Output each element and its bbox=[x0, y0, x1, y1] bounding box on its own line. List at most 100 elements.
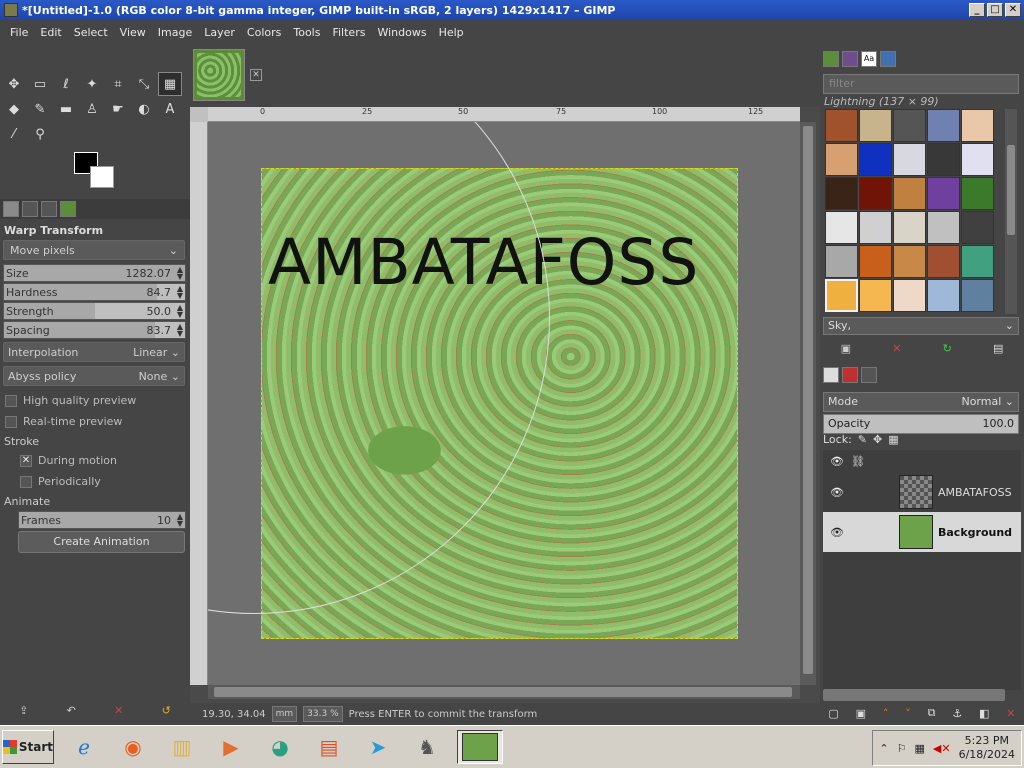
periodically-checkbox[interactable]: Periodically bbox=[0, 471, 190, 492]
mask-layer-icon[interactable]: ◧ bbox=[979, 707, 989, 720]
pattern-swatch[interactable] bbox=[825, 177, 858, 210]
unit-combo[interactable]: mm bbox=[271, 706, 298, 722]
pattern-swatch[interactable] bbox=[859, 279, 892, 312]
pattern-swatch[interactable] bbox=[961, 245, 994, 278]
pattern-swatch[interactable] bbox=[961, 109, 994, 142]
move-tool-icon[interactable]: ✥ bbox=[2, 72, 26, 96]
pattern-swatch[interactable] bbox=[893, 109, 926, 142]
menu-tools[interactable]: Tools bbox=[287, 26, 326, 39]
reset-options-icon[interactable]: ↺ bbox=[162, 704, 171, 717]
open-pattern-icon[interactable]: ▤ bbox=[993, 342, 1003, 355]
layer-row[interactable]: 👁 AMBATAFOSS bbox=[823, 472, 1021, 512]
zoom-combo[interactable]: 33.3 % bbox=[303, 706, 343, 722]
pattern-swatch[interactable] bbox=[859, 245, 892, 278]
fonts-tab-icon[interactable]: Aa bbox=[861, 51, 877, 67]
pattern-scrollbar[interactable] bbox=[1005, 109, 1017, 314]
checkmark-icon[interactable]: ✕ bbox=[20, 454, 32, 467]
layers-scrollbar[interactable] bbox=[823, 689, 1005, 701]
hardness-spinner[interactable]: Hardness 84.7 ▲ ▼ bbox=[3, 283, 186, 301]
media-player-icon[interactable]: ▶ bbox=[212, 730, 250, 764]
telegram-icon[interactable]: ➤ bbox=[359, 730, 397, 764]
anchor-layer-icon[interactable]: ⚓ bbox=[952, 707, 962, 720]
menu-help[interactable]: Help bbox=[433, 26, 470, 39]
pattern-swatch[interactable] bbox=[893, 211, 926, 244]
restore-options-icon[interactable]: ↶ bbox=[67, 704, 76, 717]
smudge-icon[interactable]: ☛ bbox=[106, 97, 130, 121]
spinner-arrows-icon[interactable]: ▲ ▼ bbox=[177, 285, 183, 300]
paths-tab-icon[interactable] bbox=[861, 367, 877, 383]
spacing-spinner[interactable]: Spacing 83.7 ▲ ▼ bbox=[3, 321, 186, 339]
close-image-icon[interactable]: ✕ bbox=[250, 69, 262, 81]
menu-layer[interactable]: Layer bbox=[198, 26, 241, 39]
free-select-icon[interactable]: ℓ bbox=[54, 72, 78, 96]
eraser-icon[interactable]: ▬ bbox=[54, 97, 78, 121]
pattern-swatch[interactable] bbox=[927, 279, 960, 312]
menu-file[interactable]: File bbox=[4, 26, 34, 39]
pattern-swatch[interactable] bbox=[927, 109, 960, 142]
pattern-swatch[interactable] bbox=[961, 279, 994, 312]
patterns-tab-icon[interactable] bbox=[823, 51, 839, 67]
new-layer-icon[interactable]: ▢ bbox=[828, 707, 838, 720]
pattern-swatch[interactable] bbox=[825, 279, 858, 312]
pattern-tag-combo[interactable]: Sky, ⌄ bbox=[823, 317, 1019, 335]
close-button[interactable]: ✕ bbox=[1005, 3, 1021, 17]
scroll-thumb[interactable] bbox=[803, 126, 813, 674]
file-explorer-icon[interactable]: ▥ bbox=[163, 730, 201, 764]
background-color[interactable] bbox=[90, 166, 114, 188]
layer-mode-combo[interactable]: Mode Normal ⌄ bbox=[823, 392, 1019, 412]
pattern-swatch[interactable] bbox=[961, 177, 994, 210]
horizontal-ruler[interactable]: 0 25 50 75 100 125 bbox=[208, 107, 800, 122]
vertical-ruler[interactable] bbox=[190, 122, 208, 685]
lock-alpha-icon[interactable]: ▦ bbox=[888, 433, 898, 446]
gimp-icon[interactable]: ♞ bbox=[408, 730, 446, 764]
create-animation-button[interactable]: Create Animation bbox=[18, 531, 185, 553]
pattern-swatch[interactable] bbox=[825, 109, 858, 142]
new-group-icon[interactable]: ▣ bbox=[856, 707, 866, 720]
spinner-arrows-icon[interactable]: ▲ ▼ bbox=[177, 304, 183, 319]
pattern-swatch[interactable] bbox=[961, 211, 994, 244]
pattern-swatch[interactable] bbox=[961, 143, 994, 176]
duplicate-layer-icon[interactable]: ⧉ bbox=[928, 706, 936, 720]
delete-layer-icon[interactable]: ✕ bbox=[1006, 707, 1015, 720]
minimize-button[interactable]: _ bbox=[969, 3, 985, 17]
pattern-swatch[interactable] bbox=[927, 245, 960, 278]
channels-tab-icon[interactable] bbox=[842, 367, 858, 383]
undo-history-tab-icon[interactable] bbox=[41, 201, 57, 217]
pattern-swatch[interactable] bbox=[825, 211, 858, 244]
pattern-swatch[interactable] bbox=[927, 143, 960, 176]
pattern-filter-input[interactable]: filter bbox=[823, 74, 1019, 94]
lock-position-icon[interactable]: ✥ bbox=[873, 433, 882, 446]
maximize-button[interactable]: □ bbox=[987, 3, 1003, 17]
raise-layer-icon[interactable]: ˄ bbox=[883, 707, 889, 720]
eye-icon[interactable]: 👁 bbox=[823, 526, 851, 539]
lower-layer-icon[interactable]: ˅ bbox=[905, 707, 911, 720]
pattern-swatch[interactable] bbox=[825, 143, 858, 176]
pattern-swatch[interactable] bbox=[825, 245, 858, 278]
color-picker-icon[interactable]: ⁄ bbox=[2, 122, 26, 146]
internet-explorer-icon[interactable]: ℯ bbox=[65, 730, 103, 764]
high-quality-preview-checkbox[interactable]: High quality preview bbox=[0, 390, 190, 411]
size-spinner[interactable]: Size 1282.07 ▲ ▼ bbox=[3, 264, 186, 282]
menu-view[interactable]: View bbox=[114, 26, 152, 39]
dodge-icon[interactable]: ◐ bbox=[132, 97, 156, 121]
text-tool-icon[interactable]: A bbox=[158, 97, 182, 121]
device-status-tab-icon[interactable] bbox=[22, 201, 38, 217]
paint-bucket-icon[interactable]: ◆ bbox=[2, 97, 26, 121]
pattern-swatch[interactable] bbox=[927, 211, 960, 244]
images-tab-icon[interactable] bbox=[60, 201, 76, 217]
layer-row[interactable]: 👁 Background bbox=[823, 512, 1021, 552]
menu-windows[interactable]: Windows bbox=[371, 26, 432, 39]
lock-pixels-icon[interactable]: ✎ bbox=[858, 433, 867, 446]
tool-options-tab-icon[interactable] bbox=[3, 201, 19, 217]
eye-icon[interactable]: 👁 bbox=[823, 486, 851, 499]
warp-mode-combo[interactable]: Move pixels ⌄ bbox=[3, 240, 185, 260]
vertical-scrollbar[interactable] bbox=[800, 122, 816, 685]
pattern-swatch[interactable] bbox=[927, 177, 960, 210]
edit-pattern-icon[interactable]: ▣ bbox=[841, 342, 851, 355]
pattern-swatch[interactable] bbox=[893, 177, 926, 210]
spinner-arrows-icon[interactable]: ▲ ▼ bbox=[177, 266, 183, 281]
layer-name[interactable]: AMBATAFOSS bbox=[938, 486, 1012, 499]
gimp-window-task[interactable] bbox=[457, 730, 503, 764]
eye-icon[interactable]: 👁 bbox=[823, 455, 851, 468]
pattern-swatch[interactable] bbox=[859, 143, 892, 176]
